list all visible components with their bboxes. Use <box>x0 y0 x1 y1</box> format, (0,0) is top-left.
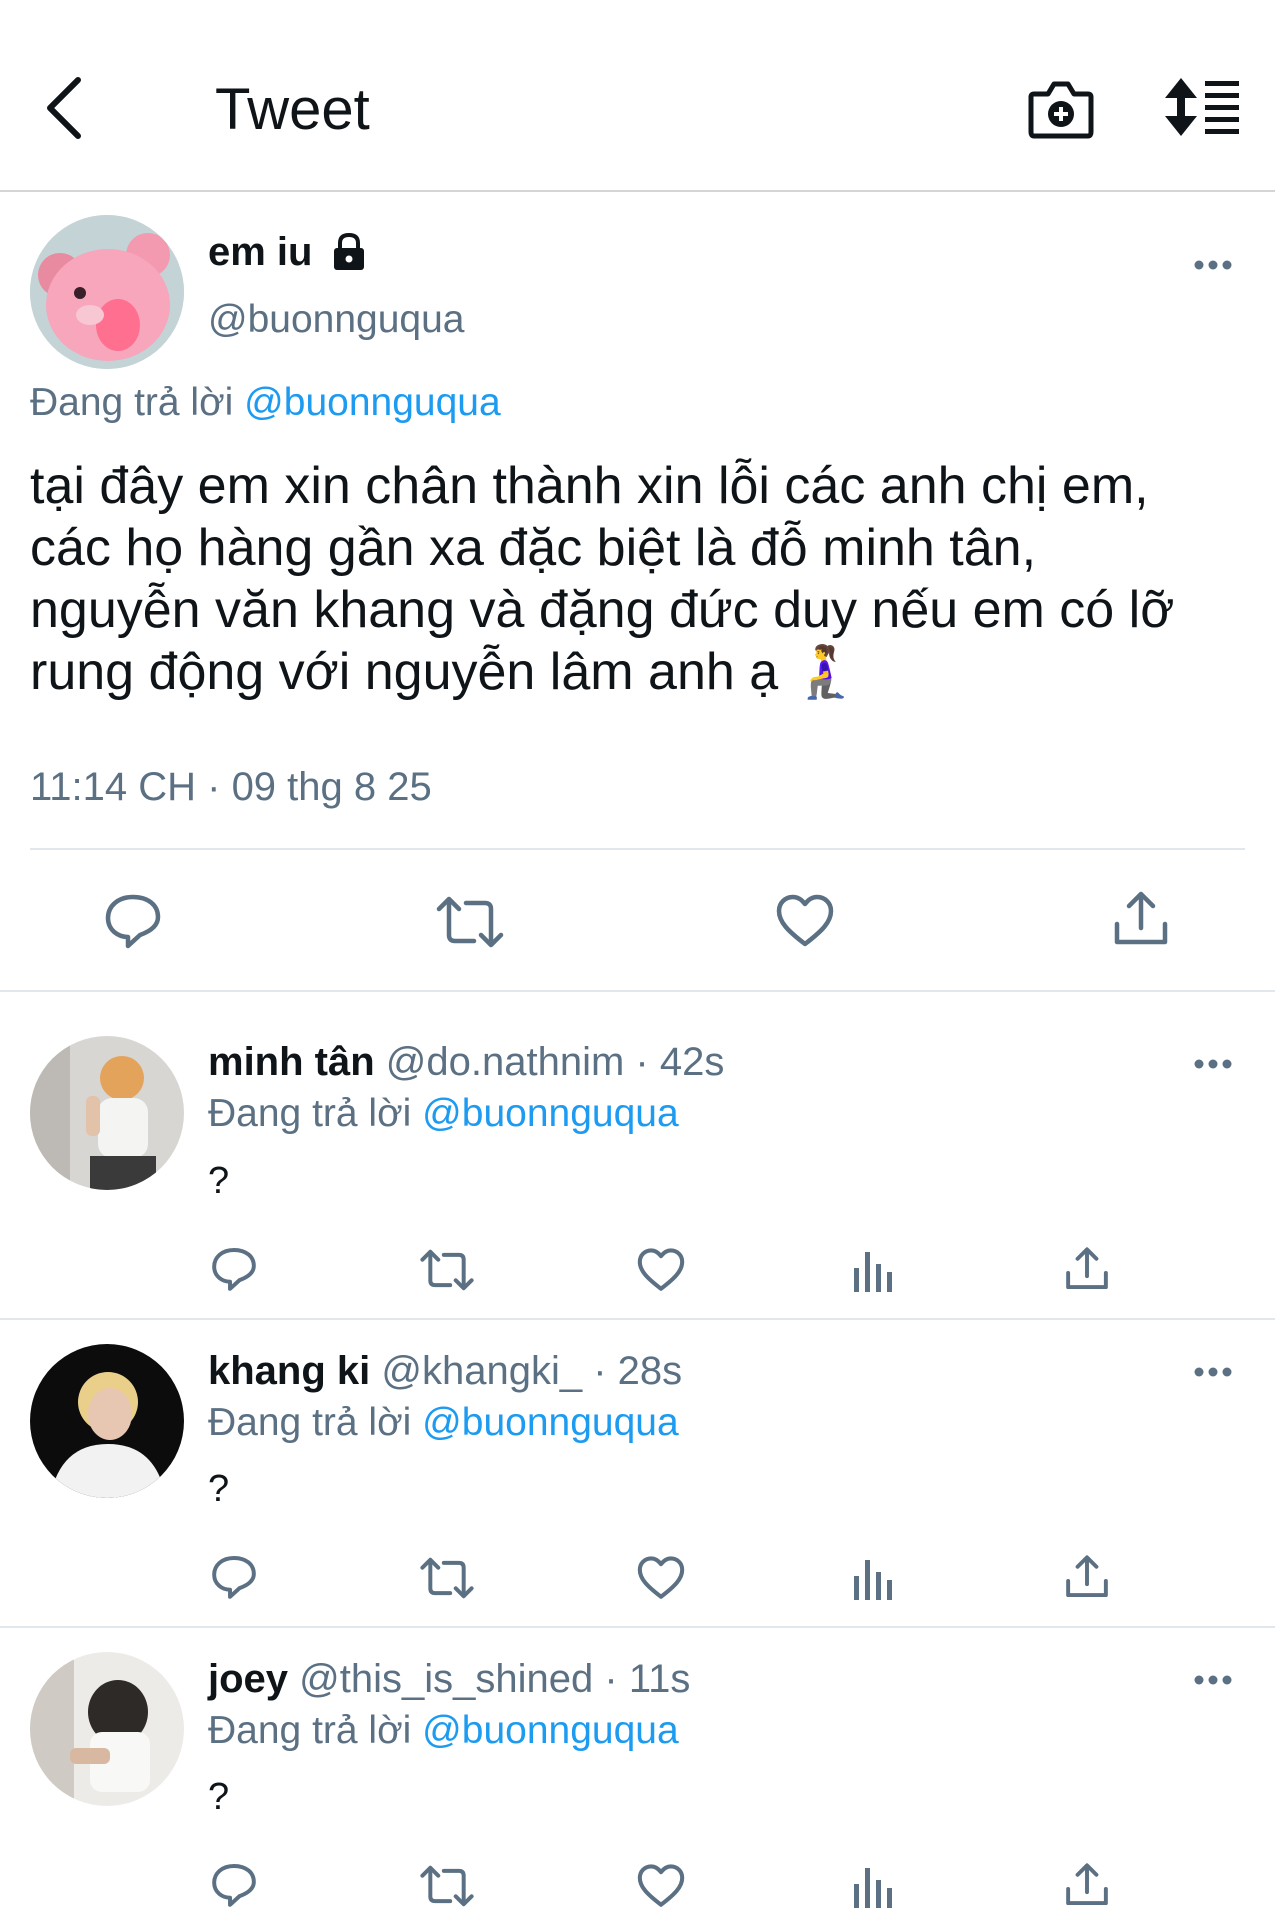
share-icon[interactable] <box>1065 1862 1109 1908</box>
back-arrow-icon[interactable] <box>40 74 90 142</box>
replying-to-link[interactable]: @buonnguqua <box>422 1709 679 1752</box>
divider <box>0 1626 1275 1628</box>
replying-to: Đang trả lời @buonnguqua <box>208 1709 679 1753</box>
like-icon[interactable] <box>776 894 834 948</box>
replying-to: Đang trả lời @buonnguqua <box>208 1401 679 1445</box>
retweet-icon[interactable] <box>420 1248 474 1292</box>
retweet-icon[interactable] <box>420 1556 474 1600</box>
avatar[interactable] <box>30 1036 184 1190</box>
avatar[interactable] <box>30 215 184 369</box>
tweet-text: tại đây em xin chân thành xin lỗi các an… <box>30 457 1175 701</box>
author-name[interactable]: em iu <box>208 230 312 275</box>
replying-to-link[interactable]: @buonnguqua <box>244 381 501 424</box>
reply-text: ? <box>208 1160 230 1202</box>
divider <box>0 990 1275 992</box>
views-icon[interactable] <box>854 1558 894 1600</box>
reply-header: khang ki @khangki_ · 28s <box>208 1349 682 1394</box>
reply-text: ? <box>208 1468 230 1510</box>
reply-text: ? <box>208 1776 230 1818</box>
divider <box>30 848 1245 850</box>
avatar[interactable] <box>30 1652 184 1806</box>
reply-author-name[interactable]: khang ki <box>208 1349 370 1393</box>
more-icon[interactable] <box>1193 1365 1233 1379</box>
replying-to-label: Đang trả lời <box>208 1709 412 1752</box>
sort-icon[interactable] <box>1165 78 1241 136</box>
reply-author-name[interactable]: minh tân <box>208 1040 375 1084</box>
retweet-icon[interactable] <box>420 1864 474 1908</box>
replying-to: Đang trả lời @buonnguqua <box>208 1092 679 1136</box>
more-icon[interactable] <box>1193 1057 1233 1071</box>
reply-icon[interactable] <box>211 1862 257 1908</box>
more-icon[interactable] <box>1193 258 1233 272</box>
share-icon[interactable] <box>1065 1554 1109 1600</box>
tweet-timestamp[interactable]: 11:14 CH · 09 thg 8 25 <box>30 765 432 810</box>
divider <box>0 1318 1275 1320</box>
avatar[interactable] <box>30 1344 184 1498</box>
more-icon[interactable] <box>1193 1673 1233 1687</box>
replying-to-label: Đang trả lời <box>208 1092 412 1135</box>
reply-icon[interactable] <box>211 1246 257 1292</box>
reply-author-name[interactable]: joey <box>208 1657 288 1701</box>
share-icon[interactable] <box>1113 890 1169 948</box>
replying-to-label: Đang trả lời <box>30 381 234 424</box>
replying-to: Đang trả lời @buonnguqua <box>30 381 501 425</box>
page-title: Tweet <box>215 77 370 142</box>
replying-to-link[interactable]: @buonnguqua <box>422 1092 679 1135</box>
reply-header: joey @this_is_shined · 11s <box>208 1657 690 1702</box>
top-bar: Tweet <box>0 0 1275 192</box>
reply-icon[interactable] <box>211 1554 257 1600</box>
views-icon[interactable] <box>854 1866 894 1908</box>
replying-to-label: Đang trả lời <box>208 1401 412 1444</box>
reply-header: minh tân @do.nathnim · 42s <box>208 1040 724 1085</box>
replying-to-link[interactable]: @buonnguqua <box>422 1401 679 1444</box>
camera-plus-icon[interactable] <box>1028 78 1094 140</box>
like-icon[interactable] <box>637 1556 685 1600</box>
share-icon[interactable] <box>1065 1246 1109 1292</box>
author-handle[interactable]: @buonnguqua <box>208 298 465 342</box>
reply-icon[interactable] <box>104 893 162 949</box>
reply-handle-time[interactable]: @khangki_ · 28s <box>381 1349 682 1393</box>
lock-icon <box>329 232 369 272</box>
like-icon[interactable] <box>637 1864 685 1908</box>
retweet-icon[interactable] <box>436 895 504 949</box>
reply-handle-time[interactable]: @do.nathnim · 42s <box>386 1040 725 1084</box>
views-icon[interactable] <box>854 1250 894 1292</box>
like-icon[interactable] <box>637 1248 685 1292</box>
reply-handle-time[interactable]: @this_is_shined · 11s <box>299 1657 690 1701</box>
